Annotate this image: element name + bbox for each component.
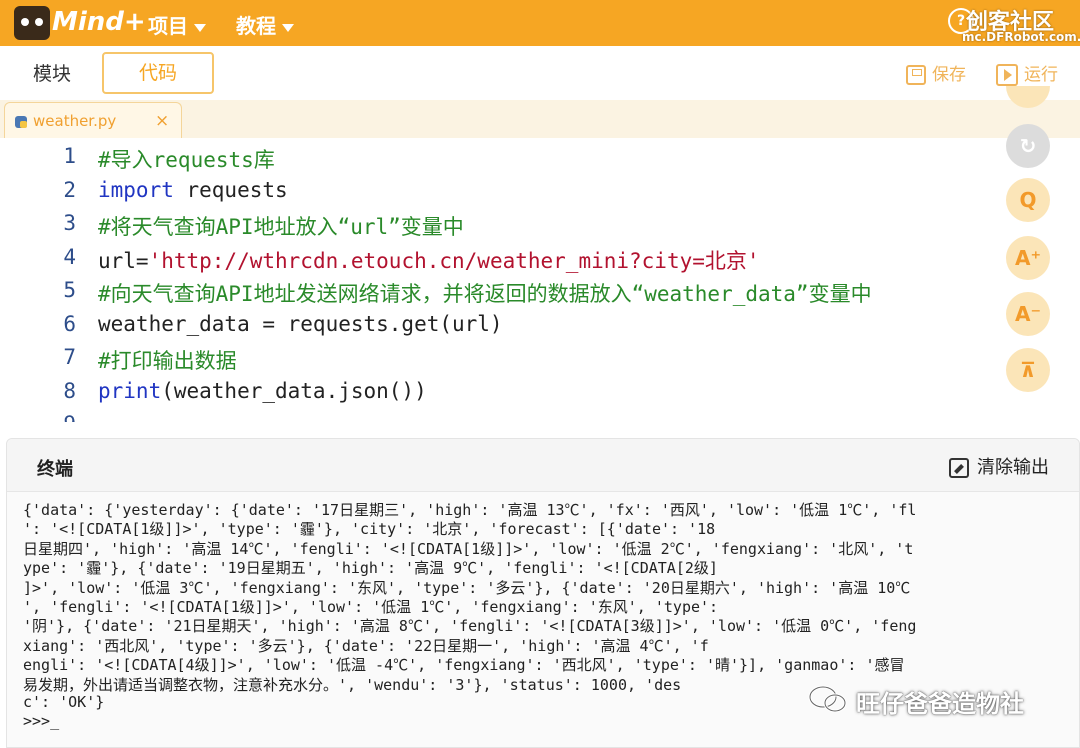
line-number: 7 — [63, 345, 76, 369]
terminal-output-line: ': '<![CDATA[1级]]>', 'type': '霾'}, 'city… — [23, 520, 716, 539]
terminal-output-line: xiang': '西北风', 'type': '多云'}, {'date': '… — [23, 636, 709, 655]
mode-toolbar: 模块 代码 保存 运行 — [0, 46, 1080, 101]
file-tab-bar: weather.py × — [0, 100, 1080, 139]
terminal-header: 终端 清除输出 — [7, 439, 1079, 492]
code-token: #向天气查询API地址发送网络请求，并将返回的数据放入“weather_data… — [98, 282, 872, 306]
terminal-output-line: ', 'fengli': '<![CDATA[1级]]>', 'low': '低… — [23, 598, 719, 616]
terminal-output-line: c': 'OK'} — [23, 693, 105, 711]
terminal-output-line: '阴'}, {'date': '21日星期天', 'high': '高温 8℃'… — [23, 617, 917, 636]
line-number: 2 — [63, 177, 76, 202]
terminal-output-line: engli': '<![CDATA[4级]]>', 'low': '低温 -4℃… — [23, 656, 905, 675]
code-line[interactable]: #打印输出数据 — [98, 345, 237, 375]
wechat-icon — [808, 685, 847, 713]
code-line[interactable]: #将天气查询API地址放入“url”变量中 — [98, 211, 464, 241]
code-token: #将天气查询API地址放入“url”变量中 — [98, 215, 464, 239]
code-token: 'http://wthrcdn.etouch.cn/weather_mini?c… — [148, 248, 760, 273]
code-token: print — [98, 378, 162, 403]
code-line[interactable]: import requests — [98, 178, 288, 202]
line-number: 1 — [63, 144, 76, 168]
save-button[interactable]: 保存 — [906, 60, 966, 85]
close-icon[interactable]: × — [155, 111, 169, 131]
clear-output-button[interactable]: 清除输出 — [949, 453, 1049, 479]
code-token: url= — [98, 248, 149, 273]
chevron-down-icon — [194, 23, 206, 32]
terminal-output-line: ype': '霾'}, {'date': '19日星期五', 'high': '… — [23, 559, 718, 578]
font-increase-icon[interactable]: A⁺ — [1006, 236, 1050, 280]
code-line[interactable]: weather_data = requests.get(url) — [98, 312, 503, 336]
top-bar: Mind+ 项目 教程 ? 创客社区 mc.DFRobot.com.cn — [0, 0, 1080, 46]
line-number: 3 — [63, 211, 76, 235]
code-token: #导入requests库 — [98, 148, 275, 172]
terminal-output-line: {'data': {'yesterday': {'date': '17日星期三'… — [23, 501, 917, 519]
watermark-bottom: 旺仔爸爸造物社 — [856, 690, 1024, 718]
line-number: 5 — [63, 278, 76, 302]
app-logo-text: Mind+ — [52, 7, 146, 37]
refresh-icon[interactable]: ↻ — [1006, 124, 1050, 168]
save-icon — [906, 65, 926, 85]
code-editor[interactable]: 1 2 3 4 5 6 7 8 9 #导入requests库 import requests #将天… — [0, 138, 1080, 422]
file-tab-label: weather.py — [33, 112, 117, 130]
tab-blocks[interactable]: 模块 — [0, 54, 104, 94]
line-number: 8 — [63, 378, 76, 403]
code-token: (weather_data.json()) — [161, 378, 427, 403]
code-token: weather_data = requests.get(url) — [98, 311, 503, 336]
file-tab-weather[interactable]: weather.py × — [4, 102, 182, 139]
code-line[interactable]: print(weather_data.json()) — [98, 379, 427, 403]
line-number: 6 — [63, 311, 76, 336]
code-line[interactable]: url='http://wthrcdn.etouch.cn/weather_mi… — [98, 245, 760, 275]
line-number: 4 — [63, 244, 76, 269]
terminal-title: 终端 — [37, 459, 73, 480]
terminal-output-line: >>>_ — [23, 712, 60, 731]
menu-tutorial[interactable]: 教程 — [236, 10, 294, 39]
watermark-top-url: mc.DFRobot.com.cn — [962, 30, 1080, 44]
python-file-icon — [15, 116, 27, 128]
menu-project[interactable]: 项目 — [148, 10, 206, 39]
run-button[interactable]: 运行 — [996, 60, 1058, 86]
line-number: 9 — [36, 412, 76, 422]
tab-code[interactable]: 代码 — [102, 52, 214, 94]
code-token: requests — [173, 177, 288, 202]
search-icon[interactable]: Q — [1006, 178, 1050, 222]
scroll-top-icon[interactable]: ⊼ — [1006, 348, 1050, 392]
eraser-icon — [949, 458, 969, 478]
code-line[interactable]: #向天气查询API地址发送网络请求，并将返回的数据放入“weather_data… — [98, 278, 872, 308]
code-line[interactable]: #导入requests库 — [98, 144, 275, 174]
terminal-output-line: ]>', 'low': '低温 3℃', 'fengxiang': '东风', … — [23, 578, 911, 597]
terminal-output-line: 易发期，外出请适当调整衣物，注意补充水分。', 'wendu': '3'}, '… — [23, 675, 682, 694]
mindplus-logo-icon — [14, 6, 50, 40]
play-icon — [996, 64, 1018, 86]
code-token: import — [98, 177, 174, 202]
code-token: #打印输出数据 — [98, 349, 237, 373]
terminal-output-line: 日星期四', 'high': '高温 14℃', 'fengli': '<![C… — [23, 539, 914, 558]
font-decrease-icon[interactable]: A⁻ — [1006, 292, 1050, 336]
chevron-down-icon — [282, 23, 294, 32]
